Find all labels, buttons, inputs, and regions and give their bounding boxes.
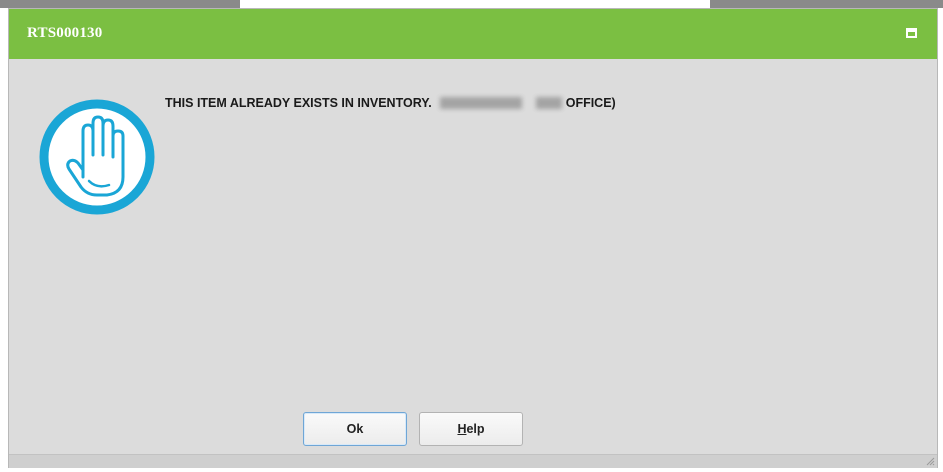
dialog-title: RTS000130 bbox=[27, 25, 103, 41]
top-strip-segment bbox=[710, 0, 943, 8]
window-top-strip bbox=[0, 0, 943, 8]
redacted-text bbox=[439, 96, 564, 110]
resize-grip-icon[interactable] bbox=[925, 456, 935, 466]
dialog-status-bar bbox=[9, 454, 937, 468]
maximize-button[interactable] bbox=[906, 28, 917, 38]
ok-button-label: Ok bbox=[346, 422, 364, 436]
ok-button[interactable]: Ok bbox=[303, 412, 407, 446]
help-mnemonic: H bbox=[457, 422, 467, 436]
help-button[interactable]: Help bbox=[419, 412, 523, 446]
stop-hand-icon bbox=[39, 99, 155, 215]
message-text: THIS ITEM ALREADY EXISTS IN INVENTORY. bbox=[165, 96, 432, 110]
top-strip-segment bbox=[0, 0, 240, 8]
redaction-blur bbox=[535, 97, 562, 109]
redaction-blur bbox=[439, 97, 522, 109]
help-button-label: elp bbox=[466, 422, 485, 436]
error-dialog: RTS000130 THIS ITEM ALREADY EXISTS IN IN… bbox=[8, 8, 938, 468]
error-message: THIS ITEM ALREADY EXISTS IN INVENTORY. O… bbox=[165, 96, 616, 110]
dialog-titlebar[interactable]: RTS000130 bbox=[9, 9, 937, 59]
message-suffix: OFFICE) bbox=[565, 96, 616, 110]
